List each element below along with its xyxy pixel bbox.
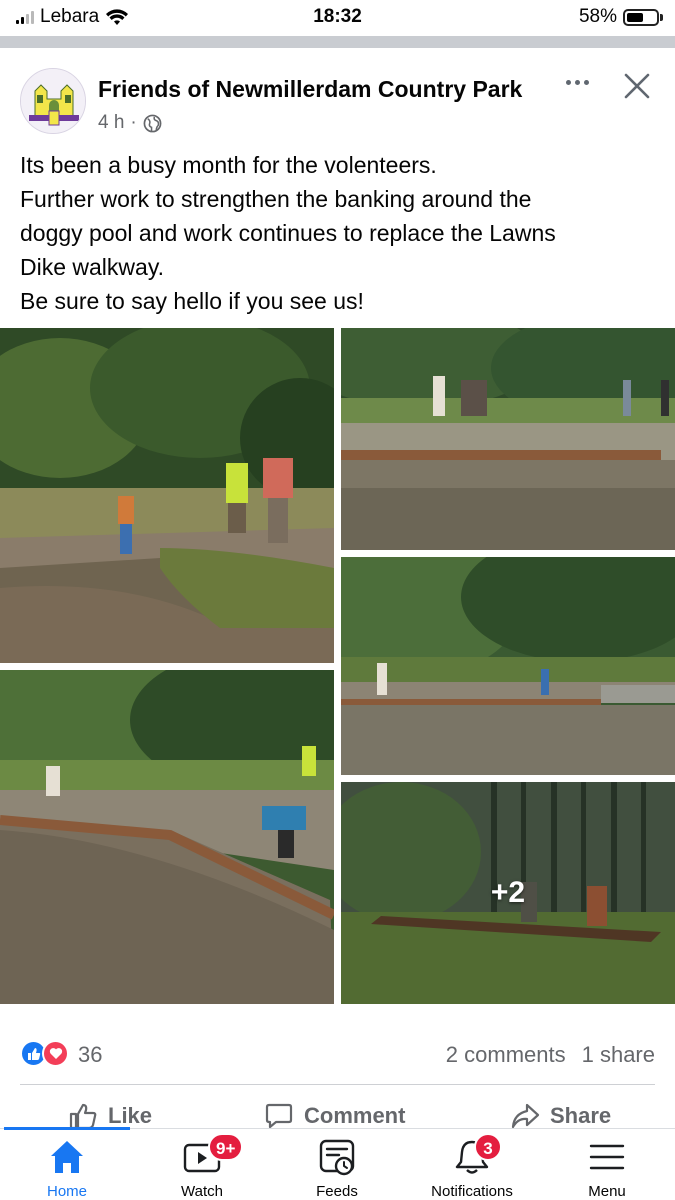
more-photos-overlay[interactable]: +2 [341, 782, 675, 1004]
like-button[interactable]: Like [68, 1102, 152, 1130]
nav-watch-label: Watch [181, 1183, 223, 1200]
comment-label: Comment [304, 1103, 406, 1128]
post-text-line: doggy pool and work continues to replace… [20, 220, 556, 246]
nav-menu-label: Menu [588, 1183, 626, 1200]
page-avatar[interactable] [20, 68, 86, 134]
post-header: Friends of Newmillerdam Country Park 4 h… [20, 62, 659, 138]
status-bar: Lebara 18:32 58% [0, 0, 675, 36]
feed-separator [0, 36, 675, 48]
nav-home-label: Home [46, 1183, 87, 1200]
notifications-badge: 3 [474, 1133, 502, 1161]
post-text-line: Be sure to say hello if you see us! [20, 288, 364, 314]
comment-icon [265, 1103, 293, 1129]
love-icon [42, 1040, 69, 1067]
nav-feeds-label: Feeds [316, 1183, 358, 1200]
nav-menu[interactable]: Menu [542, 1137, 672, 1200]
post-text-line: Further work to strengthen the banking a… [20, 186, 532, 212]
post-time[interactable]: 4 h [98, 112, 124, 134]
nav-feeds[interactable]: Feeds [272, 1137, 402, 1200]
home-icon [51, 1141, 83, 1173]
battery-icon [623, 8, 659, 26]
watch-icon-wrap: 9+ [182, 1133, 244, 1177]
photo-4[interactable] [0, 670, 334, 1004]
divider [20, 1084, 655, 1085]
feeds-icon [319, 1139, 355, 1176]
menu-icon [589, 1144, 625, 1170]
active-tab-indicator [4, 1127, 130, 1130]
battery: 58% [579, 6, 663, 28]
photo-1[interactable] [0, 328, 334, 663]
bell-icon-wrap: 3 [452, 1133, 502, 1177]
post-text-line: Dike walkway. [20, 254, 164, 280]
globe-icon [143, 114, 162, 132]
share-icon [511, 1103, 540, 1129]
more-options-button[interactable] [559, 70, 595, 94]
watch-badge: 9+ [208, 1133, 244, 1161]
share-button[interactable]: Share [510, 1102, 611, 1130]
shares-count[interactable]: 1 share [582, 1042, 655, 1068]
post-text: Its been a busy month for the volenteers… [20, 148, 645, 318]
nav-notifications-label: Notifications [431, 1183, 513, 1200]
comments-count[interactable]: 2 comments [446, 1042, 566, 1068]
comment-button[interactable]: Comment [264, 1102, 405, 1130]
like-label: Like [108, 1103, 153, 1128]
post-meta: 4 h · [98, 112, 162, 134]
engagement-counts: 2 comments 1 share [446, 1042, 655, 1068]
post-text-line: Its been a busy month for the volenteers… [20, 152, 437, 178]
reaction-icons[interactable] [20, 1040, 74, 1068]
nav-watch[interactable]: 9+ Watch [137, 1133, 267, 1200]
battery-percent: 58% [578, 6, 617, 27]
share-label: Share [550, 1103, 612, 1128]
page-name[interactable]: Friends of Newmillerdam Country Park [98, 76, 522, 103]
photo-2[interactable] [341, 328, 675, 550]
nav-notifications[interactable]: 3 Notifications [407, 1133, 537, 1200]
nav-home[interactable]: Home [2, 1137, 132, 1200]
photo-3[interactable] [341, 557, 675, 775]
close-icon[interactable] [619, 68, 655, 104]
thumbs-up-icon [69, 1103, 97, 1130]
reaction-count[interactable]: 36 [78, 1042, 102, 1068]
reactions-row: 36 2 comments 1 share [20, 1036, 655, 1072]
bottom-nav: Home 9+ Watch Feeds 3 Notifications Menu [0, 1127, 675, 1200]
clock: 18:32 [313, 6, 362, 27]
photo-5[interactable]: +2 [341, 782, 675, 1004]
post-actions: Like Comment Share [0, 1096, 675, 1130]
meta-separator: · [130, 112, 137, 133]
